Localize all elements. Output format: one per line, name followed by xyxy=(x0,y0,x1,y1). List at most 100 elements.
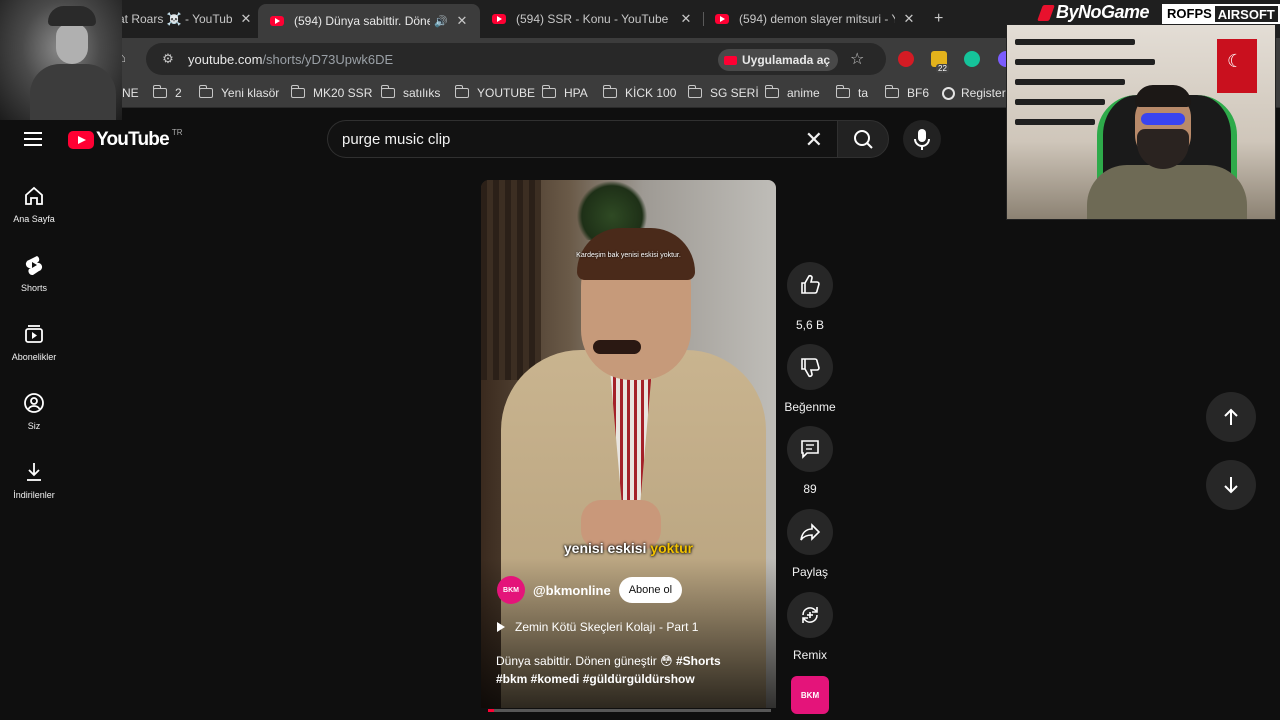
webcam-overlay xyxy=(1006,24,1276,220)
url-path: /shorts/yD73Upwk6DE xyxy=(262,51,394,67)
bookmark-folder[interactable]: HPA xyxy=(541,85,588,100)
bookmark-folder[interactable]: YOUTUBE xyxy=(454,85,536,100)
close-icon[interactable]: ✕ xyxy=(238,11,254,27)
dislike-circle[interactable] xyxy=(787,344,833,390)
voice-search-button[interactable] xyxy=(903,120,941,158)
portrait-overlay-image xyxy=(0,0,122,120)
sound-channel-avatar[interactable]: BKM xyxy=(791,676,829,714)
bookmark-label: BF6 xyxy=(907,86,930,100)
like-button[interactable]: 5,6 B xyxy=(782,262,838,332)
video-caption: yenisi eskisi yoktur xyxy=(481,540,776,556)
video-progress-bar[interactable] xyxy=(488,709,771,712)
channel-avatar[interactable]: BKM xyxy=(497,576,525,604)
grammarly-icon[interactable] xyxy=(964,51,980,67)
hashtags[interactable]: #bkm #komedi #güldürgüldürshow xyxy=(496,672,695,686)
sidebar-item-label: Abonelikler xyxy=(11,352,57,362)
bookmark-folder[interactable]: SG SERİ xyxy=(687,85,759,100)
hashtag[interactable]: #Shorts xyxy=(676,654,721,668)
playlist-link[interactable]: Zemin Kötü Skeçleri Kolajı - Part 1 xyxy=(497,620,698,634)
folder-icon xyxy=(198,85,213,98)
video-description[interactable]: Dünya sabittir. Dönen güneştir 😳 #Shorts… xyxy=(496,652,766,688)
new-tab-button[interactable]: + xyxy=(934,10,943,28)
video-top-subtitle: Kardeşim bak yenisi eskisi yoktur. xyxy=(576,252,681,259)
share-circle[interactable] xyxy=(787,509,833,555)
comments-circle[interactable] xyxy=(787,426,833,472)
bookmark-star-icon[interactable]: ☆ xyxy=(850,49,864,69)
close-icon[interactable]: ✕ xyxy=(678,11,694,27)
remix-label: Remix xyxy=(792,648,827,662)
browser-tab[interactable]: at Roars ☠️ - YouTub ✕ xyxy=(118,6,254,32)
streamer-hair xyxy=(1135,85,1191,107)
bookmark-register[interactable]: Register xyxy=(942,86,1006,100)
bookmark-label: HPA xyxy=(564,86,588,100)
bookmark-folder[interactable]: 2 xyxy=(152,85,182,100)
bookmark-folder[interactable]: satılıks xyxy=(380,85,440,100)
youtube-logo[interactable]: YouTube TR xyxy=(68,128,183,151)
arrow-up-icon xyxy=(1224,408,1238,425)
search-query: purge music clip xyxy=(342,131,451,148)
caption-highlight: yoktur xyxy=(650,540,694,556)
close-icon[interactable]: ✕ xyxy=(454,13,470,29)
open-in-app-button[interactable]: Uygulamada aç xyxy=(718,49,839,71)
downloads-icon xyxy=(27,463,41,481)
wall-rifle xyxy=(1015,39,1135,45)
sidebar-item-label: Siz xyxy=(27,421,41,431)
remix-circle[interactable] xyxy=(787,592,833,638)
next-short-button[interactable] xyxy=(1206,460,1256,510)
bookmark-label: NE xyxy=(122,86,139,100)
menu-icon[interactable] xyxy=(24,132,42,146)
tab-title: (594) SSR - Konu - YouTube xyxy=(516,12,669,26)
bookmark-folder[interactable]: KİCK 100 xyxy=(602,85,676,100)
close-icon[interactable]: ✕ xyxy=(901,11,917,27)
sidebar-item-home[interactable]: Ana Sayfa xyxy=(4,168,64,234)
subscriptions-icon xyxy=(25,325,43,343)
dislike-button[interactable]: Beğenme xyxy=(782,344,838,414)
video-actor-mustache xyxy=(593,340,641,354)
tab-title: (594) demon slayer mitsuri - Yo xyxy=(739,12,895,26)
sidebar-item-you[interactable]: Siz xyxy=(4,375,64,441)
browser-tab[interactable]: (594) demon slayer mitsuri - Yo ✕ xyxy=(715,6,917,32)
thumbs-down-icon xyxy=(801,358,820,378)
browser-tab-active[interactable]: (594) Dünya sabittir. Dönen 🔊 ✕ xyxy=(258,4,480,38)
sidebar-item-subscriptions[interactable]: Abonelikler xyxy=(4,306,64,372)
sidebar-item-shorts[interactable]: Shorts xyxy=(4,237,64,303)
short-video-player[interactable]: Kardeşim bak yenisi eskisi yoktur. yenis… xyxy=(481,180,776,708)
wall-rifle xyxy=(1015,119,1095,125)
microphone-icon xyxy=(914,129,930,150)
extension-adblock-icon[interactable] xyxy=(898,51,914,67)
subscribe-button[interactable]: Abone ol xyxy=(618,577,683,603)
speaker-icon[interactable]: 🔊 xyxy=(434,15,448,28)
bookmark-folder[interactable]: MK20 SSR xyxy=(290,85,373,100)
channel-name[interactable]: @bkmonline xyxy=(533,583,611,598)
streamer-glasses xyxy=(1141,113,1185,125)
bookmark-label: 2 xyxy=(175,86,182,100)
streamer-body xyxy=(1087,165,1247,219)
bookmark-folder[interactable]: BF6 xyxy=(884,85,930,100)
bookmark-label: YOUTUBE xyxy=(477,86,536,100)
folder-icon xyxy=(290,85,305,98)
share-button[interactable]: Paylaş xyxy=(782,509,838,579)
bookmark-folder[interactable]: ta xyxy=(835,85,868,100)
bookmark-label: MK20 SSR xyxy=(313,86,373,100)
search-input[interactable]: purge music clip ✕ xyxy=(327,120,837,158)
comments-button[interactable]: 89 xyxy=(782,426,838,496)
clear-search-icon[interactable]: ✕ xyxy=(805,127,823,153)
playlist-title: Zemin Kötü Skeçleri Kolajı - Part 1 xyxy=(515,620,699,634)
open-in-app-label: Uygulamada aç xyxy=(742,53,831,67)
portrait-cap xyxy=(48,6,96,26)
search-button[interactable] xyxy=(837,120,889,158)
previous-short-button[interactable] xyxy=(1206,392,1256,442)
remix-button[interactable]: Remix xyxy=(782,592,838,662)
site-settings-icon[interactable]: ⚙ xyxy=(154,51,182,67)
tab-title: at Roars ☠️ - YouTub xyxy=(118,12,232,26)
bookmark-folder[interactable]: anime xyxy=(764,85,820,100)
bookmark-folder[interactable]: Yeni klasör xyxy=(198,85,279,100)
share-icon xyxy=(800,523,821,541)
browser-tab[interactable]: (594) SSR - Konu - YouTube ✕ xyxy=(492,6,694,32)
you-icon xyxy=(24,393,44,413)
sidebar-item-downloads[interactable]: İndirilenler xyxy=(4,444,64,510)
folder-icon xyxy=(380,85,395,98)
remix-icon xyxy=(802,607,818,623)
bookmark-item[interactable]: NE xyxy=(122,86,139,100)
like-circle[interactable] xyxy=(787,262,833,308)
